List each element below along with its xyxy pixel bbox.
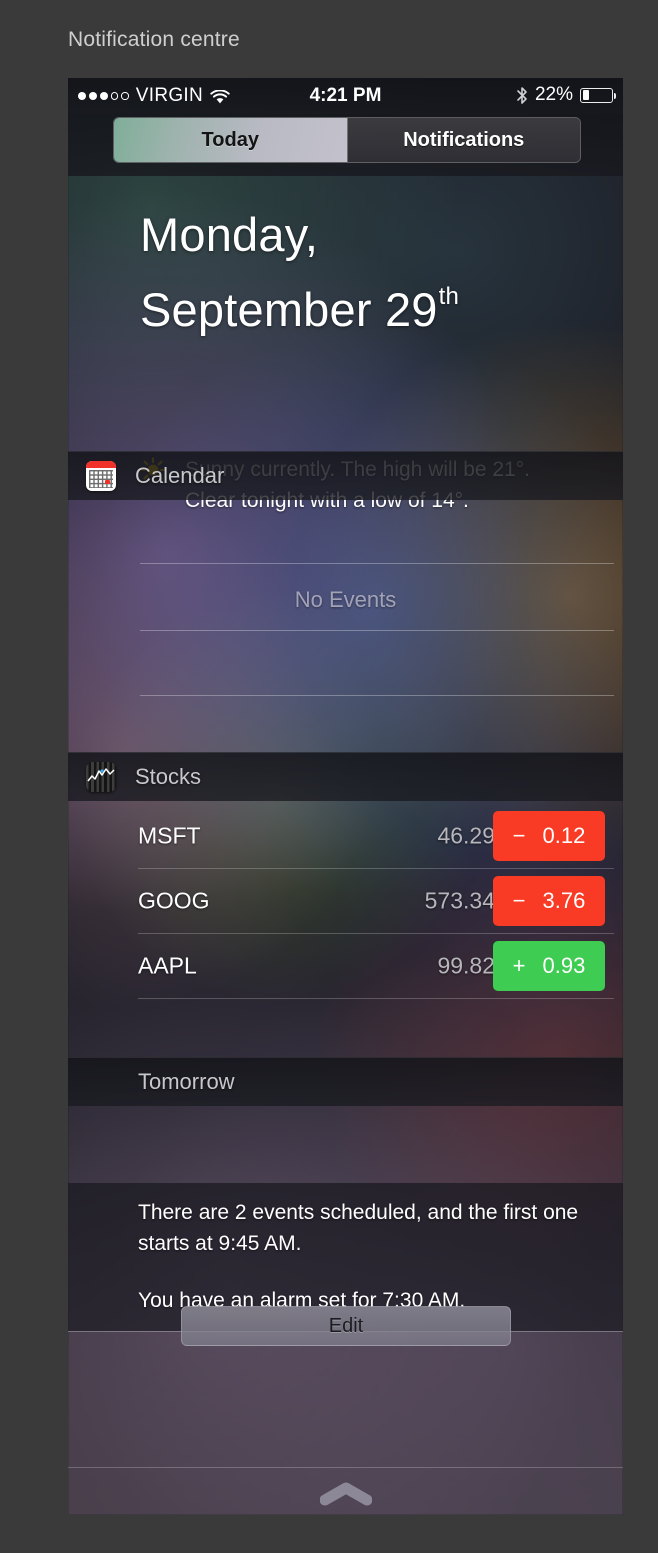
grabber-separator <box>68 1467 623 1468</box>
date-ordinal-suffix: th <box>438 283 460 310</box>
status-bar: VIRGIN 4:21 PM 22% <box>68 78 623 114</box>
tomorrow-header: Tomorrow <box>68 1057 623 1106</box>
calendar-widget-header[interactable]: Calendar <box>68 451 623 500</box>
stocks-icon <box>86 762 116 792</box>
battery-percent-label: 22% <box>534 84 573 105</box>
calendar-empty-label: No Events <box>294 587 397 612</box>
status-bar-right: 22% <box>516 84 616 106</box>
chevron-up-grabber-icon[interactable] <box>319 1482 372 1506</box>
calendar-icon-top <box>86 461 116 468</box>
battery-fill <box>582 90 590 100</box>
stocks-widget-header[interactable]: Stocks <box>68 752 623 801</box>
calendar-icon-grid <box>89 470 113 488</box>
calendar-icon-marker <box>105 480 110 484</box>
segmented-control[interactable]: Today Notifications <box>113 117 581 163</box>
calendar-rule-1 <box>140 563 614 564</box>
stock-rule-3 <box>138 998 614 999</box>
today-summary: Monday, September 29th Clear tonight wit… <box>68 176 623 512</box>
stock-change-badge[interactable]: − 3.76 <box>493 875 605 926</box>
stock-symbol: AAPL <box>138 952 197 978</box>
stocks-widget-title: Stocks <box>135 764 202 789</box>
stock-change-value: 0.12 <box>542 822 586 848</box>
stock-change-badge[interactable]: + 0.93 <box>493 940 605 991</box>
calendar-icon <box>86 461 116 491</box>
calendar-rule-2 <box>140 630 614 631</box>
calendar-rule-3 <box>140 695 614 696</box>
tomorrow-title: Tomorrow <box>138 1069 235 1094</box>
stock-change-sign: + <box>512 952 526 978</box>
date-heading: Monday, September 29th <box>140 204 459 341</box>
stock-row-aapl[interactable]: AAPL 99.82 + 0.93 <box>68 933 623 998</box>
stock-change-badge[interactable]: − 0.12 <box>493 810 605 861</box>
battery-icon <box>580 87 616 103</box>
stock-change-value: 0.93 <box>542 952 586 978</box>
calendar-widget-title: Calendar <box>135 463 225 488</box>
stock-change-sign: − <box>512 822 526 848</box>
tab-notifications[interactable]: Notifications <box>346 118 580 162</box>
page-title: Notification centre <box>68 28 240 51</box>
stock-change-value: 3.76 <box>542 887 586 913</box>
stock-price: 46.29 <box>437 822 495 848</box>
stock-change-sign: − <box>512 887 526 913</box>
screenshot-root: Notification centre VIRGIN 4:21 PM 22% T… <box>0 0 658 1553</box>
stock-row-msft[interactable]: MSFT 46.29 − 0.12 <box>68 803 623 868</box>
stock-price: 99.82 <box>437 952 495 978</box>
stock-row-goog[interactable]: GOOG 573.34 − 3.76 <box>68 868 623 933</box>
tab-today[interactable]: Today <box>114 118 347 162</box>
calendar-widget-body: No Events <box>68 499 623 752</box>
stock-symbol: GOOG <box>138 887 210 913</box>
segmented-control-container: Today Notifications <box>68 114 623 176</box>
tomorrow-events-text: There are 2 events scheduled, and the fi… <box>138 1201 579 1255</box>
edit-button[interactable]: Edit <box>181 1306 511 1346</box>
bluetooth-icon <box>516 86 528 105</box>
stock-symbol: MSFT <box>138 822 201 848</box>
stock-price: 573.34 <box>424 887 495 913</box>
notification-centre-panel: VIRGIN 4:21 PM 22% Today Notifications M… <box>68 78 623 1515</box>
date-monthday: September 29th <box>140 283 460 336</box>
date-weekday: Monday, <box>140 208 319 261</box>
